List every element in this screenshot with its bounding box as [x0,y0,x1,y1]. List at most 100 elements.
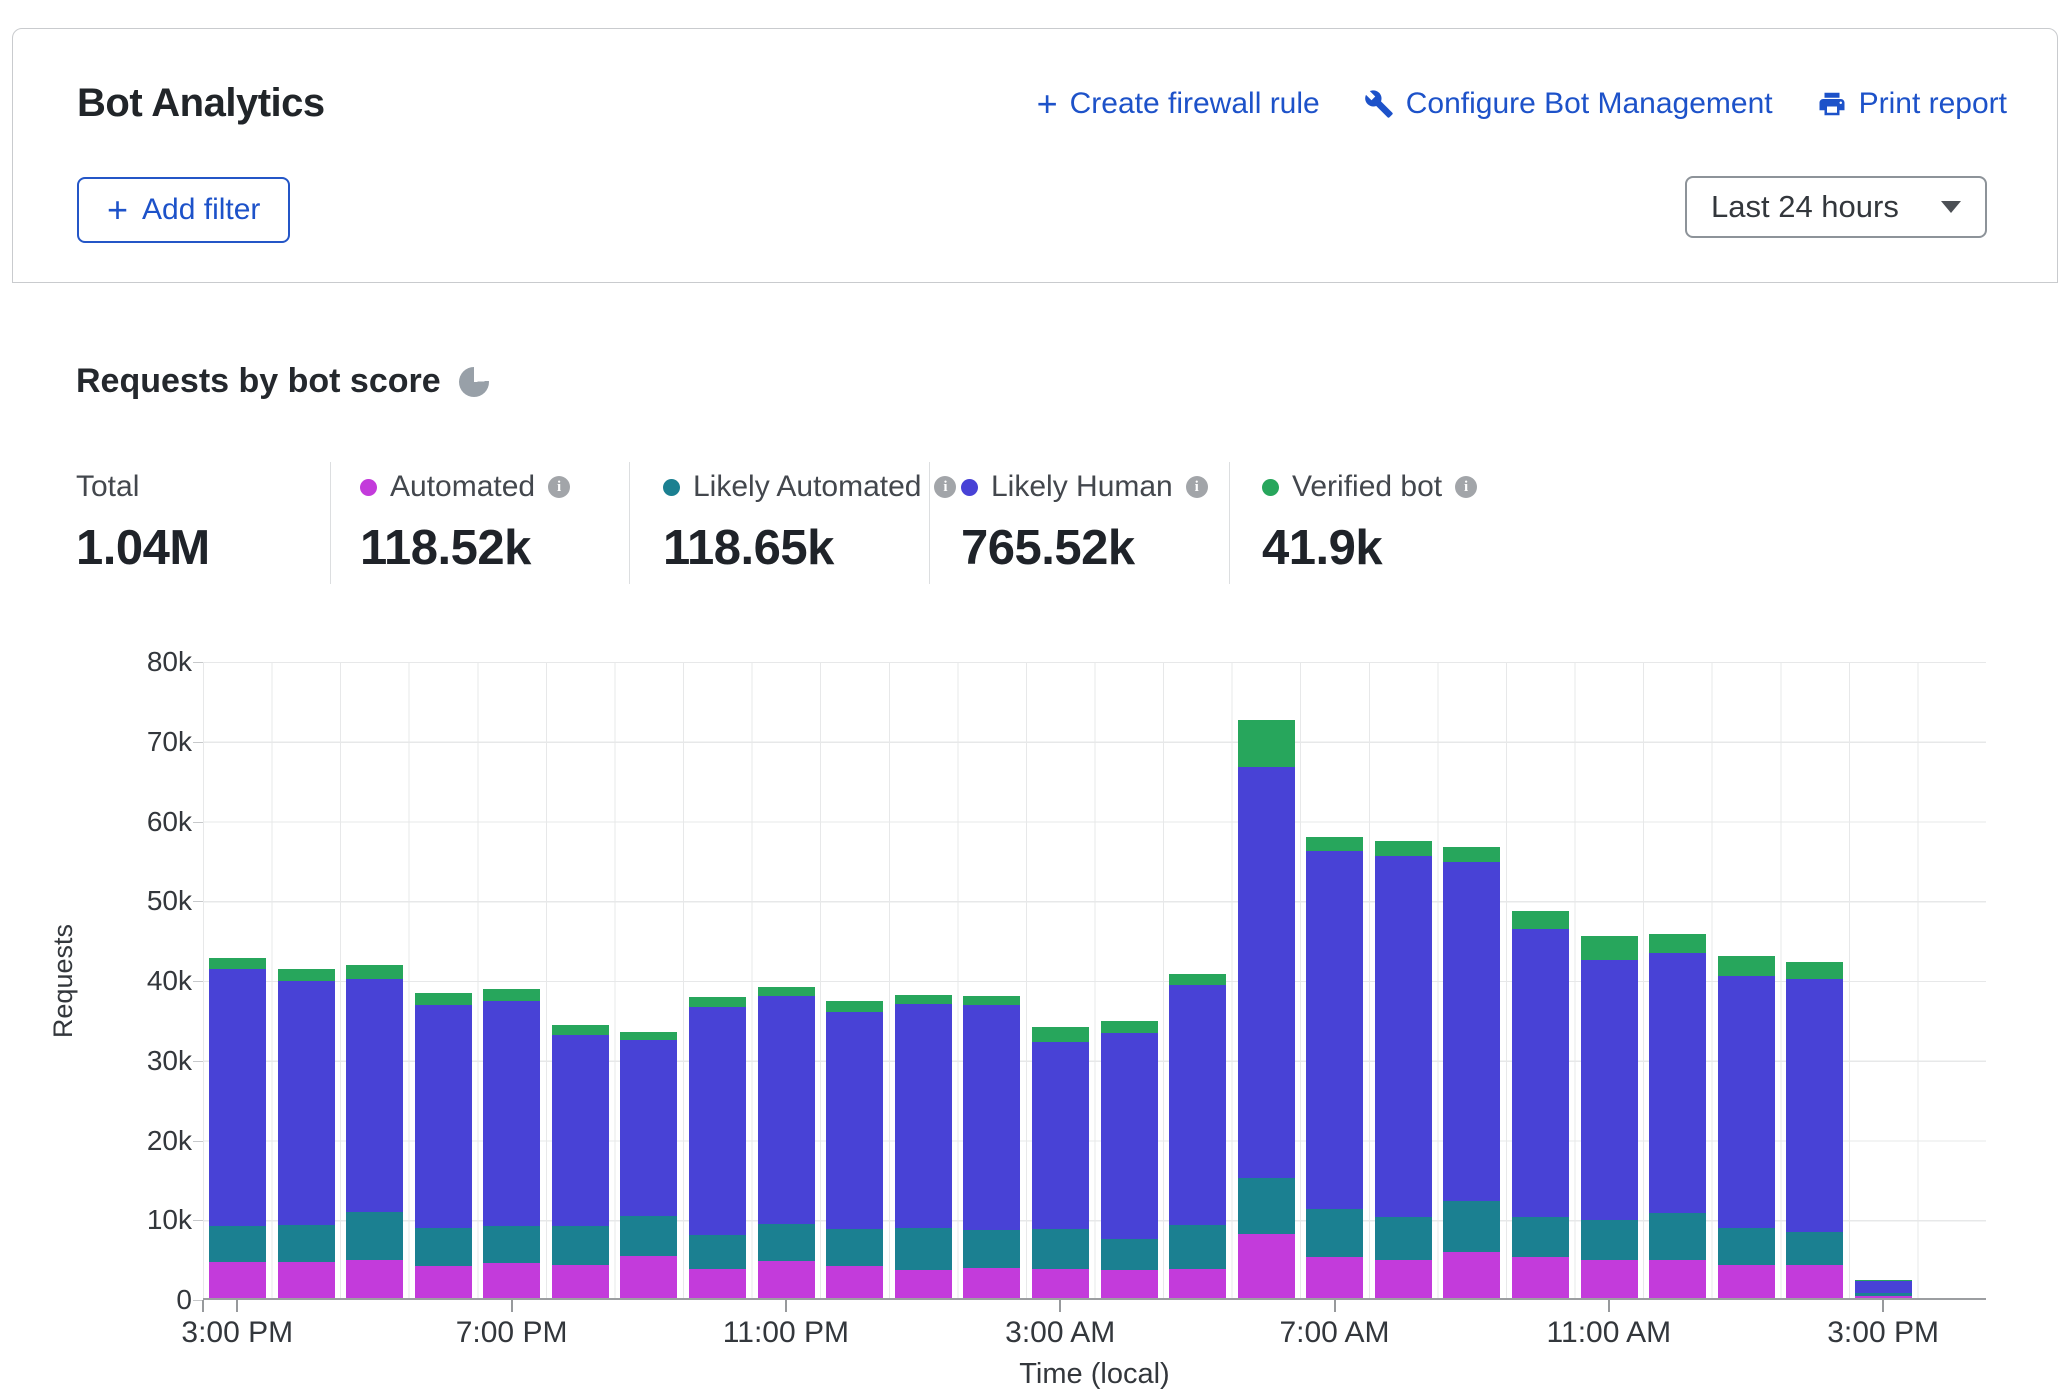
stat-automated-value: 118.52k [360,520,570,576]
x-tick-mark [1334,1300,1336,1312]
print-report-label: Print report [1859,87,2007,121]
bar-slot-12-00-AM [820,662,889,1298]
stacked-bar [1855,1280,1912,1298]
bar-segment-likely-human [620,1040,677,1216]
bar-segment-likely-automated [1649,1213,1706,1260]
bar-slot-3-00-PM [1849,662,1918,1298]
bar-segment-likely-automated [1718,1228,1775,1265]
bar-segment-automated [826,1266,883,1298]
stacked-bar [1443,847,1500,1298]
bar-slot-2-00-AM [957,662,1026,1298]
print-report-link[interactable]: Print report [1817,87,2007,121]
y-tick-label: 50k [122,886,192,916]
configure-bot-management-link[interactable]: Configure Bot Management [1364,87,1773,121]
info-icon[interactable]: i [1186,476,1208,498]
bar-segment-verified-bot [758,987,815,996]
stacked-bar [1238,720,1295,1298]
y-tick-mark [193,822,203,823]
bar-segment-verified-bot [278,969,335,982]
stacked-bar [1512,911,1569,1298]
bar-segment-likely-automated [689,1235,746,1268]
bar-segment-automated [758,1261,815,1298]
stat-divider [629,462,630,584]
bar-segment-likely-automated [1101,1239,1158,1270]
header-card: Bot Analytics + Create firewall rule Con… [12,28,2058,283]
bar-segment-likely-automated [1512,1217,1569,1258]
x-tick-label: 11:00 AM [1509,1316,1709,1350]
bar-segment-likely-human [689,1007,746,1235]
y-tick-label: 80k [122,647,192,677]
bar-segment-likely-automated [346,1212,403,1260]
bar-segment-verified-bot [1306,837,1363,851]
x-tick-label: 3:00 PM [137,1316,337,1350]
add-filter-button[interactable]: + Add filter [77,177,290,243]
add-filter-label: Add filter [142,193,260,227]
bar-slot-7-00-PM [477,662,546,1298]
info-icon[interactable]: i [548,476,570,498]
stat-likely-human-value: 765.52k [961,520,1208,576]
page-title: Bot Analytics [77,81,325,126]
bar-segment-automated [620,1256,677,1298]
stat-total: Total 1.04M [76,468,210,576]
bar-segment-verified-bot [1649,934,1706,952]
wrench-icon [1364,89,1394,119]
bar-segment-verified-bot [415,993,472,1005]
bar-segment-likely-human [1581,960,1638,1220]
bar-segment-verified-bot [1375,841,1432,856]
bar-segment-likely-automated [1786,1232,1843,1265]
stat-total-value: 1.04M [76,520,210,576]
y-tick-label: 60k [122,807,192,837]
info-icon[interactable]: i [1455,476,1477,498]
likely-human-legend-dot [961,479,978,496]
bar-slot-5-00-AM [1163,662,1232,1298]
y-tick-mark [193,1220,203,1221]
bar-segment-automated [1786,1265,1843,1298]
bar-slot-7-00-AM [1300,662,1369,1298]
bar-segment-verified-bot [1786,962,1843,980]
y-axis-title: Requests [48,662,79,1300]
stacked-bar [963,996,1020,1298]
bar-slot-10-00-AM [1506,662,1575,1298]
time-range-select[interactable]: Last 24 hours [1685,176,1987,238]
stacked-bar [1718,956,1775,1298]
bar-segment-likely-automated [278,1225,335,1262]
bar-segment-automated [552,1265,609,1298]
bar-segment-likely-human [826,1012,883,1230]
stat-likely-human: Likely Human i 765.52k [961,468,1208,576]
create-firewall-rule-link[interactable]: + Create firewall rule [1037,87,1320,121]
stacked-bar [1581,936,1638,1298]
bar-segment-automated [1581,1260,1638,1298]
bar-segment-automated [1718,1265,1775,1298]
bar-slot-4-00-PM [272,662,341,1298]
stacked-bar [620,1032,677,1298]
bar-slot-9-00-AM [1437,662,1506,1298]
stat-likely-automated-value: 118.65k [663,520,956,576]
time-range-value: Last 24 hours [1711,189,1899,225]
bar-segment-likely-automated [620,1216,677,1256]
x-tick-label: 7:00 PM [412,1316,612,1350]
stat-divider [1229,462,1230,584]
create-firewall-rule-label: Create firewall rule [1070,87,1320,121]
info-icon[interactable]: i [934,476,956,498]
bar-segment-verified-bot [1032,1027,1089,1042]
bar-slot-3-00-AM [1026,662,1095,1298]
bar-segment-automated [278,1262,335,1298]
stat-likely-automated-label: Likely Automated [693,470,921,504]
x-tick-label: 7:00 AM [1235,1316,1435,1350]
bar-segment-likely-human [1238,767,1295,1179]
bar-segment-likely-human [1855,1281,1912,1293]
stacked-bar [1101,1021,1158,1299]
bar-segment-likely-human [346,979,403,1212]
bar-segment-likely-human [1101,1033,1158,1239]
bar-segment-verified-bot [209,958,266,969]
bar-segment-automated [689,1269,746,1299]
y-tick-mark [193,1141,203,1142]
plus-icon: + [107,195,128,225]
stacked-bar [895,995,952,1298]
stacked-bar [346,965,403,1298]
bar-slot-4-00-AM [1095,662,1164,1298]
bar-segment-likely-automated [895,1228,952,1270]
bar-segment-automated [209,1262,266,1298]
bar-segment-verified-bot [1718,956,1775,976]
bar-segment-automated [1032,1269,1089,1299]
